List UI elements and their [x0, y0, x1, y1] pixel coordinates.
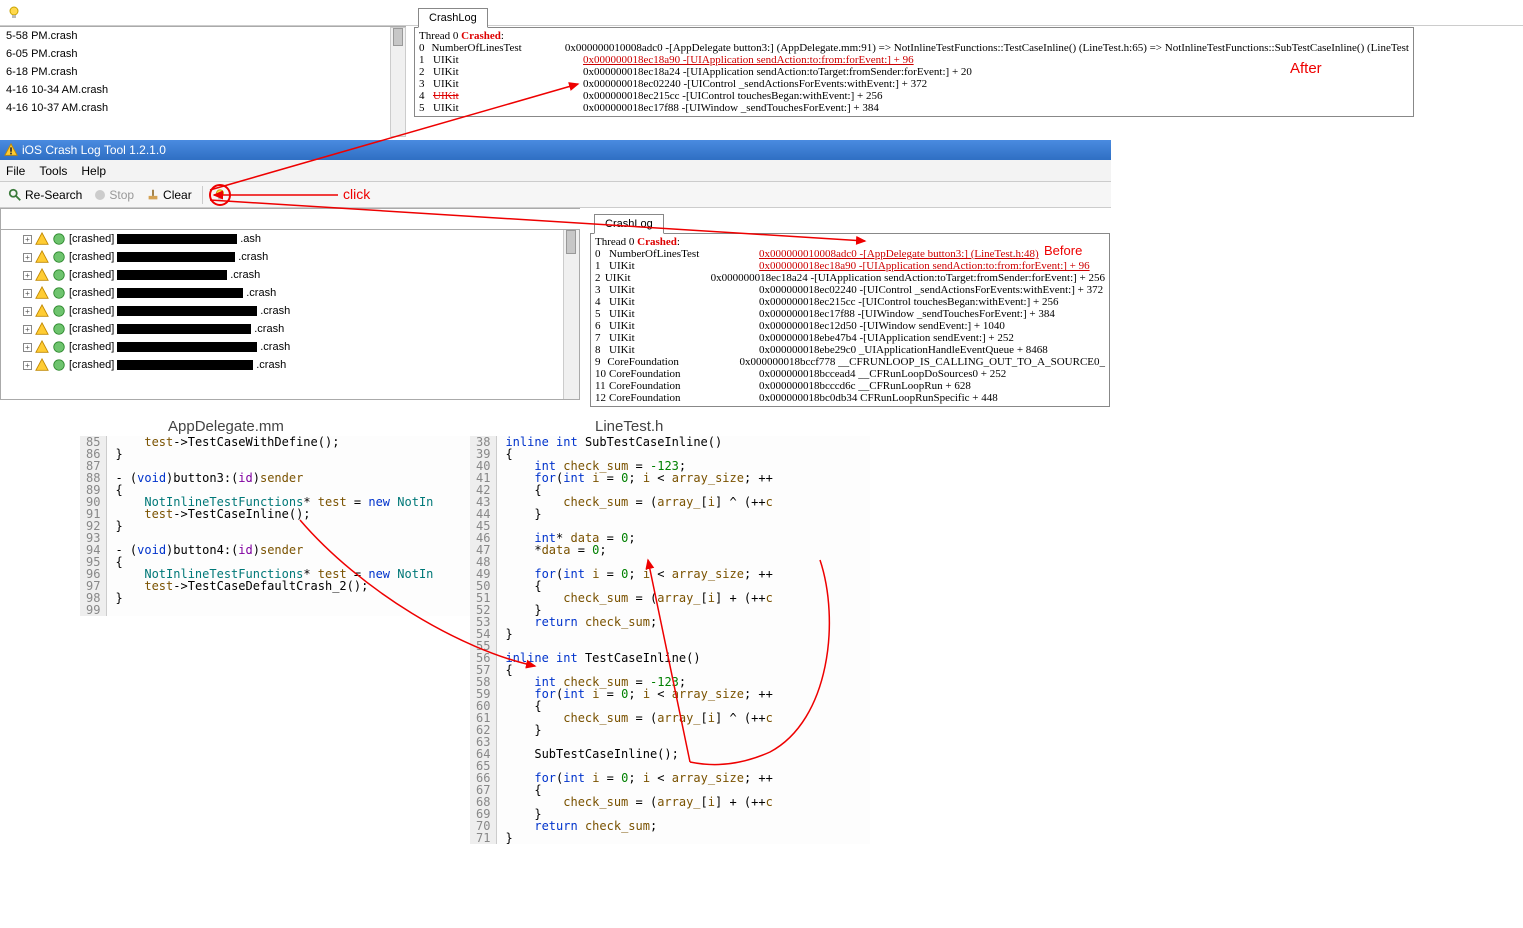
stack-frame[interactable]: 12CoreFoundation0x000000018bc0db34 CFRun…: [595, 392, 1105, 404]
expand-icon[interactable]: +: [23, 361, 32, 370]
status-icon: [52, 286, 66, 300]
stack-frame[interactable]: 2UIKit0x000000018ec18a24 -[UIApplication…: [419, 66, 1409, 78]
stack-frame[interactable]: 3UIKit0x000000018ec02240 -[UIControl _se…: [419, 78, 1409, 90]
file-icon: [35, 232, 49, 246]
annotation-click: click: [343, 186, 370, 202]
code-title-linetest: LineTest.h: [595, 418, 663, 435]
source-code: inline int SubTestCaseInline(){ int chec…: [497, 436, 772, 844]
separator: [202, 186, 203, 204]
source-code: test->TestCaseWithDefine();}- (void)butt…: [107, 436, 433, 616]
crash-file-row[interactable]: 6-18 PM.crash: [0, 63, 405, 81]
scrollbar[interactable]: [390, 27, 406, 137]
stack-frame[interactable]: 0NumberOfLinesTest0x000000010008adc0 -[A…: [419, 42, 1409, 54]
menubar: File Tools Help: [0, 160, 1111, 182]
research-button[interactable]: Re-Search: [4, 186, 86, 204]
file-icon: [35, 340, 49, 354]
tree-item[interactable]: +[crashed] .crash: [1, 248, 579, 266]
stack-frame[interactable]: 0NumberOfLinesTest0x000000010008adc0 -[A…: [595, 248, 1105, 260]
stop-icon: [94, 189, 106, 201]
menu-file[interactable]: File: [6, 164, 25, 178]
file-icon: [35, 322, 49, 336]
file-icon: [35, 268, 49, 282]
expand-icon[interactable]: +: [23, 253, 32, 262]
scrollbar[interactable]: [563, 230, 579, 400]
menu-help[interactable]: Help: [81, 164, 106, 178]
tree-item[interactable]: +[crashed] .crash: [1, 266, 579, 284]
stack-frame[interactable]: 9CoreFoundation0x000000018bccf778 __CFRU…: [595, 356, 1105, 368]
line-gutter: 3839404142434445464748495051525354555657…: [470, 436, 497, 844]
stack-frame[interactable]: 10CoreFoundation0x000000018bccead4 __CFR…: [595, 368, 1105, 380]
stack-frame[interactable]: 11CoreFoundation0x000000018bcccd6c __CFR…: [595, 380, 1105, 392]
tree-item[interactable]: +[crashed] .crash: [1, 320, 579, 338]
stack-frame[interactable]: 8UIKit0x000000018ebe29c0 _UIApplicationH…: [595, 344, 1105, 356]
crashlog-before-panel: CrashLog Thread 0 Crashed:0NumberOfLines…: [590, 206, 1110, 407]
tree-item[interactable]: +[crashed] .crash: [1, 338, 579, 356]
crash-file-row[interactable]: 5-58 PM.crash: [0, 27, 405, 45]
crash-tree: +[crashed] .ash+[crashed] .crash+[crashe…: [0, 230, 580, 400]
stack-frame[interactable]: 1UIKit0x000000018ec18a90 -[UIApplication…: [595, 260, 1105, 272]
thread-header: Thread 0 Crashed:: [595, 236, 1105, 248]
line-gutter: 858687888990919293949596979899: [80, 436, 107, 616]
file-icon: [35, 304, 49, 318]
crash-file-row[interactable]: 6-05 PM.crash: [0, 45, 405, 63]
expand-icon[interactable]: +: [23, 289, 32, 298]
bulb-icon: [213, 188, 227, 202]
status-icon: [52, 268, 66, 282]
bulb-icon[interactable]: [6, 5, 22, 21]
file-icon: [35, 358, 49, 372]
status-icon: [52, 340, 66, 354]
expand-icon[interactable]: +: [23, 271, 32, 280]
search-field[interactable]: [0, 208, 580, 230]
file-icon: [35, 250, 49, 264]
stack-frame[interactable]: 5UIKit0x000000018ec17f88 -[UIWindow _sen…: [595, 308, 1105, 320]
annotation-after: After: [1290, 60, 1322, 77]
stack-frame[interactable]: 3UIKit0x000000018ec02240 -[UIControl _se…: [595, 284, 1105, 296]
window-titlebar: iOS Crash Log Tool 1.2.1.0: [0, 140, 1111, 160]
clear-button[interactable]: Clear: [142, 186, 196, 204]
tree-item[interactable]: +[crashed] .crash: [1, 302, 579, 320]
tree-item[interactable]: +[crashed] .crash: [1, 284, 579, 302]
tab-strip: CrashLog: [414, 4, 1414, 28]
scroll-thumb[interactable]: [566, 230, 576, 254]
tree-item[interactable]: +[crashed] .ash: [1, 230, 579, 248]
crash-file-row[interactable]: 4-16 10-37 AM.crash: [0, 99, 405, 117]
status-icon: [52, 358, 66, 372]
stack-frame[interactable]: 5UIKit0x000000018ec17f88 -[UIWindow _sen…: [419, 102, 1409, 114]
stack-frame[interactable]: 6UIKit0x000000018ec12d50 -[UIWindow send…: [595, 320, 1105, 332]
annotation-before: Before: [1044, 243, 1082, 258]
expand-icon[interactable]: +: [23, 235, 32, 244]
search-icon: [8, 188, 22, 202]
status-icon: [52, 250, 66, 264]
inline-resolve-button[interactable]: [209, 184, 231, 206]
status-icon: [52, 304, 66, 318]
stack-frame[interactable]: 2UIKit0x000000018ec18a24 -[UIApplication…: [595, 272, 1105, 284]
status-icon: [52, 322, 66, 336]
broom-icon: [146, 188, 160, 202]
stack-frame[interactable]: 1UIKit0x000000018ec18a90 -[UIApplication…: [419, 54, 1409, 66]
thread-header: Thread 0 Crashed:: [419, 30, 1409, 42]
warning-icon: [4, 143, 18, 157]
scroll-thumb[interactable]: [393, 28, 403, 46]
toolbar: Re-Search Stop Clear: [0, 182, 1111, 208]
expand-icon[interactable]: +: [23, 343, 32, 352]
window-title: iOS Crash Log Tool 1.2.1.0: [22, 143, 166, 157]
crash-file-row[interactable]: 4-16 10-34 AM.crash: [0, 81, 405, 99]
menu-tools[interactable]: Tools: [39, 164, 67, 178]
stack-frame[interactable]: 4UIKit0x000000018ec215cc -[UIControl tou…: [595, 296, 1105, 308]
stack-frame[interactable]: 4UIKit0x000000018ec215cc -[UIControl tou…: [419, 90, 1409, 102]
tree-item[interactable]: +[crashed] .crash: [1, 356, 579, 374]
crashlog-after-panel: CrashLog Thread 0 Crashed:0NumberOfLines…: [414, 0, 1414, 117]
stop-button[interactable]: Stop: [90, 186, 138, 204]
crash-file-list: 5-58 PM.crash6-05 PM.crash6-18 PM.crash4…: [0, 26, 406, 117]
expand-icon[interactable]: +: [23, 325, 32, 334]
expand-icon[interactable]: +: [23, 307, 32, 316]
stack-frame[interactable]: 7UIKit0x000000018ebe47b4 -[UIApplication…: [595, 332, 1105, 344]
tab-crashlog[interactable]: CrashLog: [418, 8, 488, 28]
file-icon: [35, 286, 49, 300]
status-icon: [52, 232, 66, 246]
code-title-appdelegate: AppDelegate.mm: [168, 418, 284, 435]
tab-crashlog[interactable]: CrashLog: [594, 214, 664, 234]
tab-strip: CrashLog: [590, 210, 1110, 234]
